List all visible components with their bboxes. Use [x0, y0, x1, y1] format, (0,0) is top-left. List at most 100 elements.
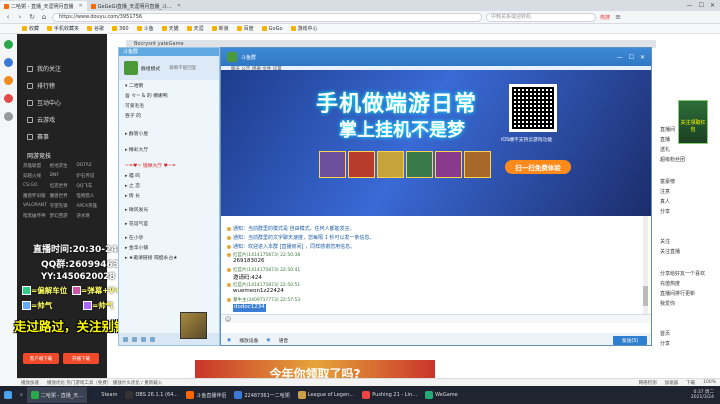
taskbar-item[interactable]: League of Legen…	[294, 387, 358, 403]
game-item[interactable]: 魔兽世界	[50, 193, 77, 199]
cloud-game-ad-banner[interactable]: 手机做端游日常 掌上挂机不是梦 iOS端不支持云游戏功能 扫一扫免费体验	[221, 70, 651, 216]
qq-member-row[interactable]: 吞子 的	[119, 110, 219, 120]
game-item[interactable]: CS:GO	[23, 183, 50, 189]
close-window-icon[interactable]: ✕	[710, 2, 715, 9]
close-window-icon[interactable]: ✕	[640, 54, 645, 61]
qq-member-row[interactable]: 吾 々~ & 的 娜娜鸭	[119, 90, 219, 100]
bookmark-item[interactable]: 百度	[236, 25, 254, 32]
url-input[interactable]: https://www.douyu.com/3951756	[52, 12, 482, 22]
qq-channel-row[interactable]: ▸ 花逗气室	[119, 218, 219, 228]
forward-icon[interactable]: ›	[16, 13, 24, 21]
game-item[interactable]: 魔兽怀旧服	[23, 193, 50, 199]
qq-member-row[interactable]: 可爱毛毛	[119, 100, 219, 110]
taskbar-item[interactable]: 斗鱼直播伴侣	[182, 387, 230, 403]
home-icon[interactable]: ⌂	[40, 13, 48, 21]
maximize-icon[interactable]: ☐	[629, 54, 634, 61]
search-taskbar-button[interactable]: ⌕	[16, 387, 27, 403]
red-packet-badge[interactable]: 关注领取红包	[678, 100, 708, 144]
menu-icon[interactable]: ≡	[614, 13, 622, 21]
game-item[interactable]: 英雄联盟	[23, 163, 50, 169]
start-button[interactable]	[0, 387, 16, 403]
taskbar-item[interactable]: OBS 26.1.1 (64…	[121, 387, 182, 403]
nav-events[interactable]: 赛事	[17, 128, 107, 145]
video-icon[interactable]	[4, 94, 13, 103]
mic-icon[interactable]	[123, 336, 128, 342]
qq-channel-row[interactable]: ▸ 精彩大厅	[119, 144, 219, 154]
game-item[interactable]: 怪物猎人	[76, 193, 103, 199]
speaker-icon[interactable]	[132, 336, 137, 342]
bookmark-item[interactable]: GoGo	[261, 26, 283, 32]
voice-label[interactable]: 语音	[279, 337, 289, 344]
nav-ranking[interactable]: 排行榜	[17, 77, 107, 94]
taskbar-item[interactable]: 二哈粥 - 直播_天…	[26, 387, 88, 403]
nav-interaction[interactable]: 互动中心	[17, 94, 107, 111]
bookmark-item[interactable]: 天涯	[186, 25, 204, 32]
more-icon[interactable]	[4, 112, 13, 121]
search-input[interactable]: 中韩关系或迎转机	[486, 12, 596, 22]
game-item[interactable]: 逆水寒	[76, 213, 103, 219]
settings-icon[interactable]	[141, 336, 146, 342]
qq-channel-row[interactable]: ▸ ★邀请链接 隔壁永占★	[119, 252, 219, 262]
maximize-icon[interactable]: ☐	[699, 2, 704, 9]
bookmark-item[interactable]: 天猫	[161, 25, 179, 32]
qq-channel-row[interactable]: ▸ 在小亭	[119, 232, 219, 242]
qq-channel-row[interactable]: ▸ 金华小铺	[119, 242, 219, 252]
bookmark-item[interactable]: 收藏	[22, 25, 39, 32]
avatar[interactable]	[124, 61, 138, 75]
bookmark-item[interactable]: 斗鱼	[136, 25, 154, 32]
zoom-level[interactable]: 100%	[703, 380, 720, 385]
game-item[interactable]: 绝地求生	[50, 163, 77, 169]
game-item[interactable]: 穿越火线	[23, 173, 50, 179]
bookmark-item[interactable]: 360	[112, 26, 129, 32]
browser-tab-gegegi[interactable]: GeGeGi直播_天涯明月直播_斗… ✕	[87, 1, 185, 11]
qq-channel-row[interactable]: ▸ 群管小屋	[119, 128, 219, 138]
taskbar-item[interactable]: WeGame	[421, 387, 462, 403]
browser-tab-douyu[interactable]: 二哈粥 - 直播_天涯明月直播 ✕	[0, 1, 87, 11]
game-item[interactable]: DOTA2	[76, 163, 103, 169]
nav-cloud-game[interactable]: 云游戏	[17, 111, 107, 128]
bookmark-item[interactable]: 游戏中心	[290, 25, 318, 32]
taskbar-item[interactable]: Pushing 21 - Lin…	[358, 387, 421, 403]
status-item[interactable]: 下载	[686, 380, 695, 386]
close-tab-icon[interactable]: ✕	[78, 3, 82, 9]
refresh-icon[interactable]: ↻	[28, 13, 36, 21]
audio-device-label[interactable]: 播放设备	[239, 337, 258, 344]
game-item[interactable]: 暗黑破坏神	[23, 213, 50, 219]
scan-free-trial-button[interactable]: 扫一扫免费体验	[505, 160, 571, 174]
game-item[interactable]: 坦克世界	[50, 183, 77, 189]
message-icon[interactable]	[4, 58, 13, 67]
taskbar-item[interactable]: Steam	[87, 387, 121, 403]
audio-device-icon[interactable]: ◉	[227, 338, 231, 343]
chat-scrollbar[interactable]	[643, 216, 648, 314]
qq-channel-row[interactable]: ▸ 喵 呜	[119, 170, 219, 180]
voice-icon[interactable]: ◉	[266, 338, 270, 343]
status-item[interactable]: 播放加速	[21, 380, 39, 386]
qq-channel-row[interactable]: ▸ 微风发光	[119, 204, 219, 214]
status-item[interactable]: 播放优化 热门游戏工具（免费） 播放片头优化 / 重新载入	[47, 380, 162, 386]
qq-channel-row[interactable]: ▸ 之 恋	[119, 180, 219, 190]
close-tab-icon[interactable]: ✕	[177, 3, 181, 9]
qq-member-row[interactable]: ▾ 二哈粥	[119, 80, 219, 90]
360-logo-icon[interactable]	[4, 40, 13, 49]
status-item[interactable]: 网络检测	[639, 380, 657, 386]
qq-channel-row-highlight[interactable]: ~=♥~ 镜禅大厅 ♥~=	[119, 160, 219, 170]
bookmark-item[interactable]: 谷歌	[87, 25, 104, 32]
bookmark-item[interactable]: 手机收藏夹	[47, 25, 79, 32]
taskbar-item[interactable]: 22487361一二哈粥	[230, 387, 293, 403]
bookmark-item[interactable]: 新浪	[211, 25, 229, 32]
message-input[interactable]	[221, 323, 651, 333]
minimize-icon[interactable]: —	[617, 54, 623, 61]
system-clock[interactable]: 0:37 周二 2021/3/24	[691, 390, 720, 400]
hot-search-tag[interactable]: 热搜	[600, 14, 610, 21]
game-icon[interactable]	[4, 76, 13, 85]
start-stream-button[interactable]: 开播下载	[63, 353, 99, 364]
share-icon[interactable]	[150, 336, 155, 342]
emoji-icon[interactable]: ☺	[225, 316, 231, 323]
game-item[interactable]: 梦幻西游	[50, 213, 77, 219]
nav-follow[interactable]: 我的关注	[17, 60, 107, 77]
send-button[interactable]: 发送(S)	[613, 335, 647, 345]
status-item[interactable]: 加速器	[665, 380, 679, 386]
game-item[interactable]: QQ飞车	[76, 183, 103, 189]
client-download-button[interactable]: 客户端下载	[23, 353, 59, 364]
game-item[interactable]: VALORANT	[23, 203, 50, 209]
